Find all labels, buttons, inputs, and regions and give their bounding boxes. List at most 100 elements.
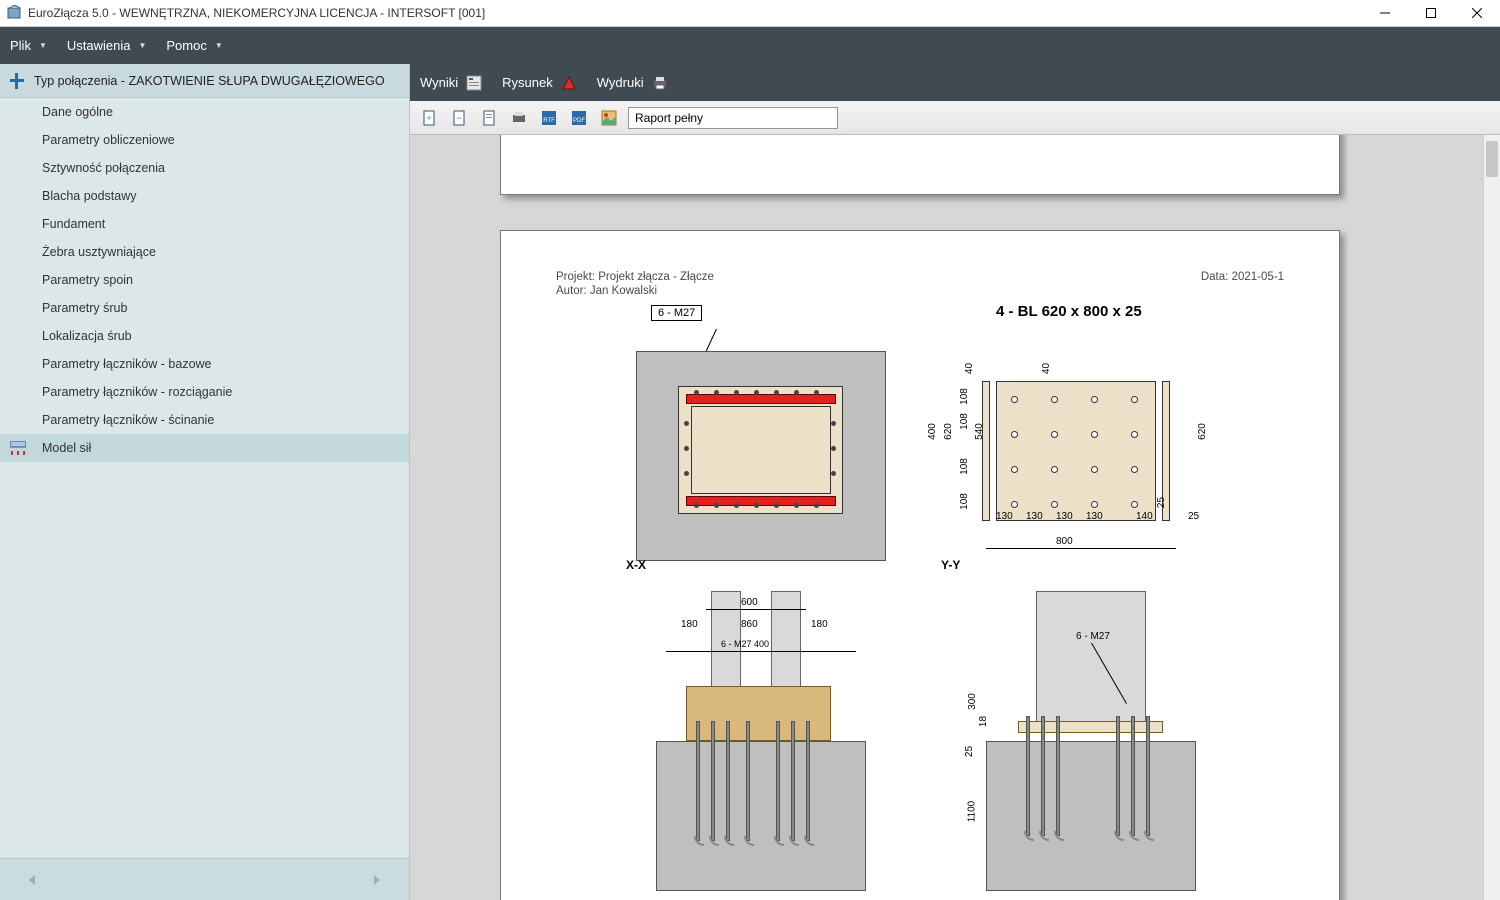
sidebar-item-parametry-obliczeniowe[interactable]: Parametry obliczeniowe [0,126,409,154]
tb-printouts[interactable]: Wydruki [587,64,678,101]
sidebar-list: Dane ogólne Parametry obliczeniowe Sztyw… [0,98,409,858]
bolt-icon [794,503,799,508]
dim-text: 130 [996,511,1013,522]
maximize-button[interactable] [1408,0,1454,27]
sidebar-item-sztywnosc[interactable]: Sztywność połączenia [0,154,409,182]
new-page-button[interactable]: + [418,107,440,129]
sidebar-item-label: Żebra usztywniające [42,245,156,259]
menu-file[interactable]: Plik▼ [0,27,57,64]
bolt-icon [814,503,819,508]
dim-text: 18 [978,716,989,727]
sidebar-item-label: Sztywność połączenia [42,161,165,175]
dim-line [986,548,1176,549]
bolt-icon [1131,431,1138,438]
menubar: Plik▼ Ustawienia▼ Pomoc▼ [0,27,1500,64]
column [1036,591,1146,726]
section-yy: 6 - M27 300 18 25 1100 [956,591,1256,891]
minimize-button[interactable] [1362,0,1408,27]
bolt-icon [1011,396,1018,403]
anchor-bolt [1116,716,1120,836]
bolt-icon [1011,501,1018,508]
sidebar-item-lacznikow-scinanie[interactable]: Parametry łączników - ścinanie [0,406,409,434]
flange-top [686,394,836,404]
date-value: 2021-05-1 [1232,271,1284,283]
callout-bolts: 6 - M27 [651,305,702,321]
tb-results[interactable]: Wyniki [410,64,492,101]
results-toolbar: Wyniki Rysunek Wydruki [410,64,1500,101]
anchor-bolt [776,721,780,841]
sidebar-item-label: Parametry obliczeniowe [42,133,175,147]
pages-area[interactable]: Projekt: Projekt złącza - Złącze Autor: … [410,135,1483,900]
sidebar-item-label: Fundament [42,217,105,231]
sidebar-item-fundament[interactable]: Fundament [0,210,409,238]
sidebar-item-lokalizacja-srub[interactable]: Lokalizacja śrub [0,322,409,350]
anchor-bolt [1041,716,1045,836]
titlebar: EuroZłącza 5.0 - WEWNĘTRZNA, NIEKOMERCYJ… [0,0,1500,27]
menu-settings[interactable]: Ustawienia▼ [57,27,157,64]
nav-prev-button[interactable] [20,868,44,892]
svg-text:RTF: RTF [543,118,555,124]
save-pdf-button[interactable]: PDF [568,107,590,129]
sidebar-item-blacha[interactable]: Blacha podstawy [0,182,409,210]
bolt-icon [1091,431,1098,438]
sidebar-item-lacznikow-bazowe[interactable]: Parametry łączników - bazowe [0,350,409,378]
sidebar-item-spoin[interactable]: Parametry spoin [0,266,409,294]
dim-text: 400 [927,423,938,440]
dim-text: 108 [959,493,970,510]
bolt-icon [831,421,836,426]
date-label: Data: [1201,271,1229,283]
print-button[interactable] [508,107,530,129]
bolt-icon [774,390,779,395]
report-name-input[interactable] [628,107,838,129]
save-image-button[interactable] [598,107,620,129]
plan-view-top [616,331,896,571]
dim-text: 6 - M27 [1076,631,1110,642]
bolt-icon [1051,466,1058,473]
sidebar-item-srub[interactable]: Parametry śrub [0,294,409,322]
nav-next-button[interactable] [365,868,389,892]
sidebar-item-label: Parametry spoin [42,273,133,287]
bolt-icon [754,503,759,508]
anchor-bolt [726,721,730,841]
bolt-icon [694,390,699,395]
report-viewport: Projekt: Projekt złącza - Złącze Autor: … [410,135,1500,900]
sidebar-item-lacznikow-rozciaganie[interactable]: Parametry łączników - rozciąganie [0,378,409,406]
foundation [986,741,1196,891]
menu-help[interactable]: Pomoc▼ [156,27,232,64]
section-label-xx: X-X [626,558,646,572]
section-xx: 600 180 180 860 6 - M27 400 [616,591,916,891]
report-page-prev [500,135,1340,195]
bolt-icon [794,390,799,395]
sidebar-item-dane-ogolne[interactable]: Dane ogólne [0,98,409,126]
sidebar-item-label: Lokalizacja śrub [42,329,132,343]
dim-text: 620 [1197,423,1208,440]
tb-label: Wyniki [420,75,458,90]
sidebar-item-label: Parametry łączników - ścinanie [42,413,214,427]
bolt-icon [1091,501,1098,508]
author-label: Autor: [556,285,587,297]
dim-text: 6 - M27 400 [721,639,769,649]
sidebar-item-zebra[interactable]: Żebra usztywniające [0,238,409,266]
sidebar-item-label: Model sił [42,441,91,455]
tb-drawing[interactable]: Rysunek [492,64,587,101]
save-rtf-button[interactable]: RTF [538,107,560,129]
tb-label: Wydruki [597,75,644,90]
dim-text: 860 [741,619,758,630]
dim-text: 180 [681,619,698,630]
close-button[interactable] [1454,0,1500,27]
scroll-thumb[interactable] [1486,141,1498,177]
chevron-down-icon: ▼ [215,41,223,50]
sidebar-header[interactable]: Typ połączenia - ZAKOTWIENIE SŁUPA DWUGA… [0,64,409,98]
remove-page-button[interactable]: − [448,107,470,129]
page-setup-button[interactable] [478,107,500,129]
dim-text: 180 [811,619,828,630]
bolt-icon [1011,466,1018,473]
forces-model-icon [10,441,26,455]
sidebar-item-label: Parametry łączników - rozciąganie [42,385,232,399]
bolt-icon [694,503,699,508]
section-label-yy: Y-Y [941,558,960,572]
vertical-scrollbar[interactable] [1483,135,1500,900]
bolt-icon [714,390,719,395]
sidebar-nav [0,858,409,900]
sidebar-item-model-sil[interactable]: Model sił [0,434,409,462]
